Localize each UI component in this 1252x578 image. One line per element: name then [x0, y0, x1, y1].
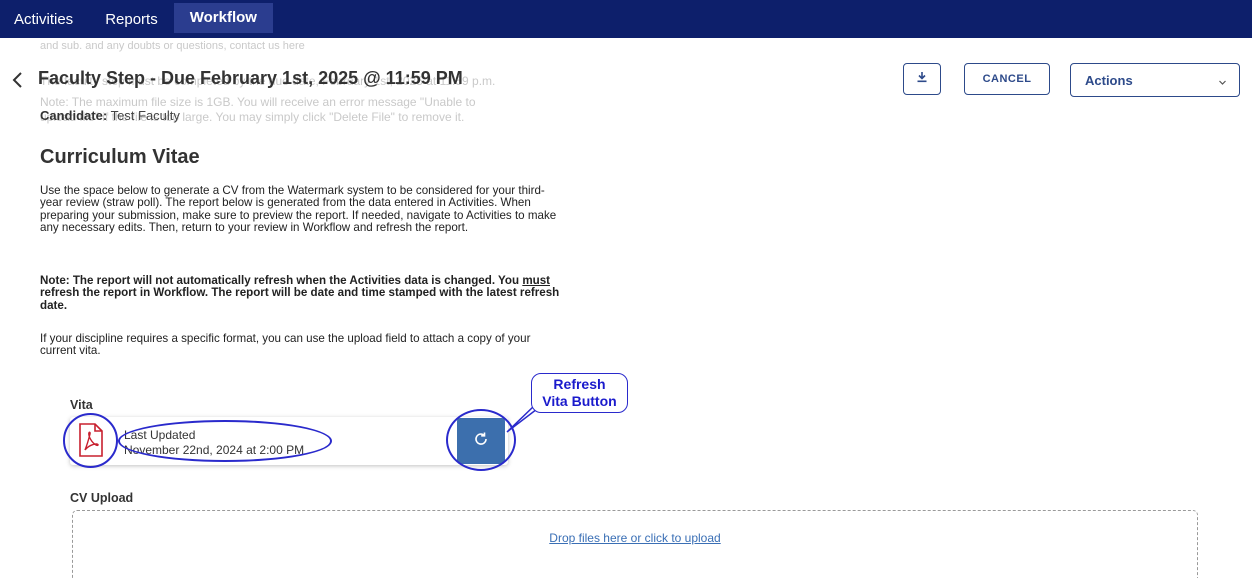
annotation-ellipse-date [118, 420, 332, 462]
download-button[interactable] [903, 63, 941, 95]
tab-workflow[interactable]: Workflow [173, 3, 273, 33]
annotation-callout: Refresh Vita Button [531, 373, 628, 413]
candidate-info: Candidate: Test Faculty [40, 108, 180, 123]
cv-upload-label: CV Upload [70, 491, 134, 505]
download-icon [916, 70, 928, 88]
back-chevron-icon[interactable] [10, 70, 26, 90]
note-paragraph: Note: The report will not automatically … [40, 274, 560, 312]
callout-line-2: Vita Button [542, 393, 617, 409]
actions-label: Actions [1085, 72, 1133, 88]
tab-activities[interactable]: Activities [6, 4, 89, 38]
section-title: Curriculum Vitae [40, 146, 200, 168]
vita-label: Vita [70, 398, 93, 412]
note-text-a: Note: The report will not automatically … [40, 274, 523, 287]
cancel-button[interactable]: CANCEL [964, 63, 1050, 95]
format-paragraph: If your discipline requires a specific f… [40, 332, 531, 358]
chevron-down-icon [1218, 75, 1227, 90]
actions-dropdown[interactable]: Actions [1070, 63, 1240, 97]
top-nav: Activities Reports Workflow [0, 0, 1252, 38]
drop-files-link[interactable]: Drop files here or click to upload [73, 531, 1197, 545]
note-text-must: must [522, 274, 551, 287]
ghost-text-3: Note: The maximum file size is 1GB. You … [40, 95, 476, 109]
instructions-paragraph: Use the space below to generate a CV fro… [40, 184, 557, 235]
candidate-value: Test Faculty [110, 108, 180, 123]
callout-line-1: Refresh [553, 376, 606, 392]
candidate-label: Candidate: [40, 108, 108, 123]
tab-reports[interactable]: Reports [89, 4, 174, 38]
page-title: Faculty Step - Due February 1st, 2025 @ … [38, 68, 463, 88]
cv-upload-dropzone[interactable]: Drop files here or click to upload [72, 510, 1198, 578]
note-text-b: refresh the report in Workflow. The repo… [40, 286, 560, 312]
ghost-text-1: and sub. and any doubts or questions, co… [40, 40, 305, 52]
annotation-circle-pdf [63, 413, 118, 468]
